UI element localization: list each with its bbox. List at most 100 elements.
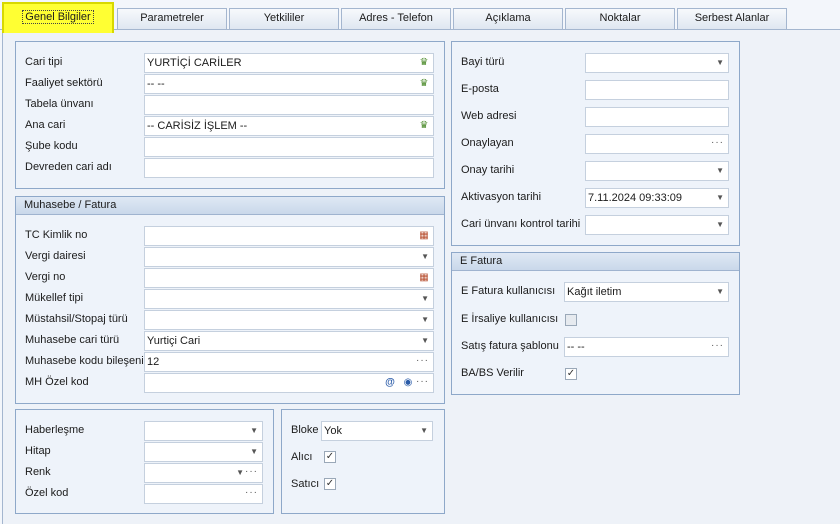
- ana-cari-field[interactable]: -- CARİSİZ İŞLEM -- ♛: [144, 116, 434, 136]
- aktivasyon-field[interactable]: 7.11.2024 09:33:09 ▼: [585, 188, 729, 208]
- chevron-down-icon[interactable]: ▼: [250, 422, 258, 440]
- satici-checkbox[interactable]: ✓: [324, 478, 336, 490]
- mustahsil-label: Müstahsil/Stopaj türü: [25, 313, 128, 325]
- alici-checkbox[interactable]: ✓: [324, 451, 336, 463]
- irsaliye-checkbox[interactable]: [565, 314, 577, 326]
- chevron-down-icon[interactable]: ▼: [716, 283, 724, 301]
- mh-ozel-row: MH Özel kod @ ◉ ···: [25, 373, 445, 393]
- aktivasyon-row: Aktivasyon tarihi 7.11.2024 09:33:09 ▼: [461, 188, 741, 208]
- general-group: Cari tipi YURTİÇİ CARİLER ♛ Faaliyet sek…: [15, 41, 445, 189]
- bloke-field[interactable]: Yok ▼: [321, 421, 433, 441]
- ozel-kod-field[interactable]: ···: [144, 484, 263, 504]
- satici-label: Satıcı: [291, 478, 320, 490]
- tabela-field[interactable]: [144, 95, 434, 115]
- hitap-field[interactable]: ▼: [144, 442, 263, 462]
- eposta-label: E-posta: [461, 83, 499, 95]
- tab-adres-telefon[interactable]: Adres - Telefon: [341, 8, 451, 29]
- renk-field[interactable]: ▼ ···: [144, 463, 263, 483]
- chevron-down-icon[interactable]: ▼: [716, 189, 724, 207]
- haberlesme-row: Haberleşme ▼: [25, 421, 275, 441]
- chevron-down-icon[interactable]: ▼: [421, 290, 429, 308]
- faaliyet-value: -- --: [147, 78, 165, 90]
- faaliyet-field[interactable]: -- -- ♛: [144, 74, 434, 94]
- chevron-down-icon[interactable]: ▼: [716, 54, 724, 72]
- babs-checkbox[interactable]: ✓: [565, 368, 577, 380]
- kontrol-row: Cari ünvanı kontrol tarihi ▼: [461, 215, 741, 235]
- sube-field[interactable]: [144, 137, 434, 157]
- tab-yetkililer[interactable]: Yetkililer: [229, 8, 339, 29]
- tab-aciklama[interactable]: Açıklama: [453, 8, 563, 29]
- chevron-down-icon[interactable]: ▼: [421, 332, 429, 350]
- onaylayan-field[interactable]: ···: [585, 134, 729, 154]
- tab-label: Genel Bilgiler: [22, 10, 94, 24]
- tab-genel-bilgiler[interactable]: Genel Bilgiler: [2, 2, 114, 33]
- efatura-kullanici-label: E Fatura kullanıcısı: [461, 285, 556, 297]
- onaylayan-row: Onaylayan ···: [461, 134, 741, 154]
- cari-tipi-field[interactable]: YURTİÇİ CARİLER ♛: [144, 53, 434, 73]
- ellipsis-icon[interactable]: ···: [416, 353, 429, 370]
- chevron-down-icon[interactable]: ▼: [421, 311, 429, 329]
- devreden-field[interactable]: [144, 158, 434, 178]
- web-field[interactable]: [585, 107, 729, 127]
- ellipsis-icon[interactable]: ···: [711, 338, 724, 355]
- chevron-down-icon[interactable]: ▼: [236, 464, 244, 482]
- renk-label: Renk: [25, 466, 51, 478]
- vergi-dairesi-field[interactable]: ▼: [144, 247, 434, 267]
- people-icon[interactable]: ♛: [417, 77, 431, 91]
- ellipsis-icon[interactable]: ···: [245, 464, 258, 481]
- cari-turu-field[interactable]: Yurtiçi Cari ▼: [144, 331, 434, 351]
- kod-bileseni-label: Muhasebe kodu bileşeni: [25, 355, 144, 367]
- chevron-down-icon[interactable]: ▼: [250, 443, 258, 461]
- onaylayan-label: Onaylayan: [461, 137, 514, 149]
- ana-cari-row: Ana cari -- CARİSİZ İŞLEM -- ♛: [25, 116, 445, 136]
- onay-tarihi-row: Onay tarihi ▼: [461, 161, 741, 181]
- tab-noktalar[interactable]: Noktalar: [565, 8, 675, 29]
- cari-turu-row: Muhasebe cari türü Yurtiçi Cari ▼: [25, 331, 445, 351]
- kod-bileseni-field[interactable]: 12 ···: [144, 352, 434, 372]
- chevron-down-icon[interactable]: ▼: [420, 422, 428, 440]
- people-icon[interactable]: ♛: [417, 119, 431, 133]
- tc-field[interactable]: ▦: [144, 226, 434, 246]
- efatura-kullanici-field[interactable]: Kağıt iletim ▼: [564, 282, 729, 302]
- onay-tarihi-label: Onay tarihi: [461, 164, 515, 176]
- tab-bar: Genel Bilgiler Parametreler Yetkililer A…: [0, 0, 840, 33]
- eye-icon[interactable]: ◉: [401, 376, 415, 390]
- sablon-field[interactable]: -- -- ···: [564, 337, 729, 357]
- mh-ozel-field[interactable]: @ ◉ ···: [144, 373, 434, 393]
- irsaliye-label: E İrsaliye kullanıcısı: [461, 313, 559, 325]
- mukellef-field[interactable]: ▼: [144, 289, 434, 309]
- hitap-label: Hitap: [25, 445, 51, 457]
- at-icon[interactable]: @: [383, 376, 397, 390]
- bayi-row: Bayi türü ▼: [461, 53, 741, 73]
- kontrol-field[interactable]: ▼: [585, 215, 729, 235]
- haberlesme-label: Haberleşme: [25, 424, 85, 436]
- eposta-field[interactable]: [585, 80, 729, 100]
- ellipsis-icon[interactable]: ···: [416, 374, 429, 391]
- ellipsis-icon[interactable]: ···: [245, 485, 258, 502]
- mukellef-row: Mükellef tipi ▼: [25, 289, 445, 309]
- efatura-kullanici-row: E Fatura kullanıcısı Kağıt iletim ▼: [461, 282, 741, 302]
- flags-group: Bloke Yok ▼ Alıcı ✓ Satıcı ✓: [281, 409, 445, 514]
- cari-turu-value: Yurtiçi Cari: [147, 335, 201, 347]
- tab-parametreler[interactable]: Parametreler: [117, 8, 227, 29]
- people-icon[interactable]: ♛: [417, 56, 431, 70]
- ellipsis-icon[interactable]: ···: [711, 135, 724, 152]
- kontrol-label: Cari ünvanı kontrol tarihi: [461, 218, 581, 230]
- efatura-kullanici-value: Kağıt iletim: [567, 286, 622, 298]
- mustahsil-field[interactable]: ▼: [144, 310, 434, 330]
- calendar-icon[interactable]: ▦: [417, 271, 431, 285]
- vergi-no-field[interactable]: ▦: [144, 268, 434, 288]
- sablon-value: -- --: [567, 341, 585, 353]
- right-group: Bayi türü ▼ E-posta Web adresi Onaylayan…: [451, 41, 740, 246]
- bayi-field[interactable]: ▼: [585, 53, 729, 73]
- tab-serbest-alanlar[interactable]: Serbest Alanlar: [677, 8, 787, 29]
- chevron-down-icon[interactable]: ▼: [716, 216, 724, 234]
- onay-tarihi-field[interactable]: ▼: [585, 161, 729, 181]
- sablon-row: Satış fatura şablonu -- -- ···: [461, 337, 741, 357]
- tc-label: TC Kimlik no: [25, 229, 88, 241]
- chevron-down-icon[interactable]: ▼: [716, 162, 724, 180]
- calendar-icon[interactable]: ▦: [417, 229, 431, 243]
- chevron-down-icon[interactable]: ▼: [421, 248, 429, 266]
- muhasebe-group: Muhasebe / Fatura TC Kimlik no ▦ Vergi d…: [15, 196, 445, 404]
- haberlesme-field[interactable]: ▼: [144, 421, 263, 441]
